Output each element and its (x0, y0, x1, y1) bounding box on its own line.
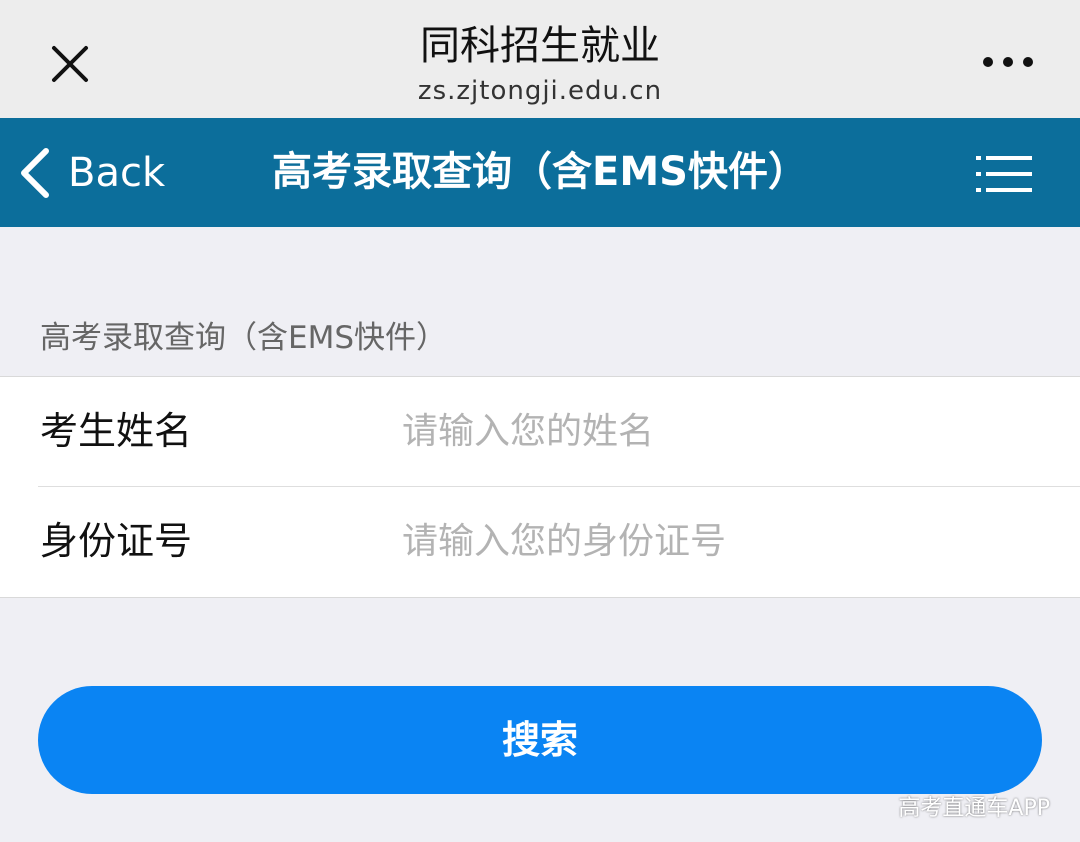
section-title: 高考录取查询（含EMS快件） (40, 320, 448, 356)
browser-top-bar: 同科招生就业 zs.zjtongji.edu.cn (0, 0, 1080, 118)
more-horizontal-icon (983, 57, 1033, 67)
name-input[interactable] (402, 399, 1042, 463)
back-label: Back (68, 149, 166, 196)
menu-button[interactable] (976, 154, 1032, 194)
window-title: 同科招生就业 (420, 23, 660, 69)
id-number-row: 身份证号 (0, 487, 1080, 596)
close-button[interactable] (46, 40, 94, 88)
id-number-label: 身份证号 (40, 519, 193, 563)
window-url: zs.zjtongji.edu.cn (417, 76, 663, 106)
chevron-left-icon (21, 147, 49, 198)
search-button[interactable]: 搜索 (38, 686, 1042, 794)
watermark-text: 高考直通车APP (898, 796, 1050, 821)
list-menu-icon (976, 156, 1032, 192)
id-number-input[interactable] (402, 509, 1042, 573)
back-button[interactable]: Back (18, 118, 165, 227)
page-nav-bar: Back 高考录取查询（含EMS快件） (0, 118, 1080, 227)
name-label: 考生姓名 (40, 409, 193, 453)
more-button[interactable] (980, 52, 1036, 72)
name-row: 考生姓名 (0, 377, 1080, 487)
page-title: 高考录取查询（含EMS快件） (272, 149, 808, 195)
close-icon (52, 46, 88, 82)
query-form: 考生姓名 身份证号 (0, 376, 1080, 598)
window-title-block: 同科招生就业 zs.zjtongji.edu.cn (240, 20, 840, 108)
